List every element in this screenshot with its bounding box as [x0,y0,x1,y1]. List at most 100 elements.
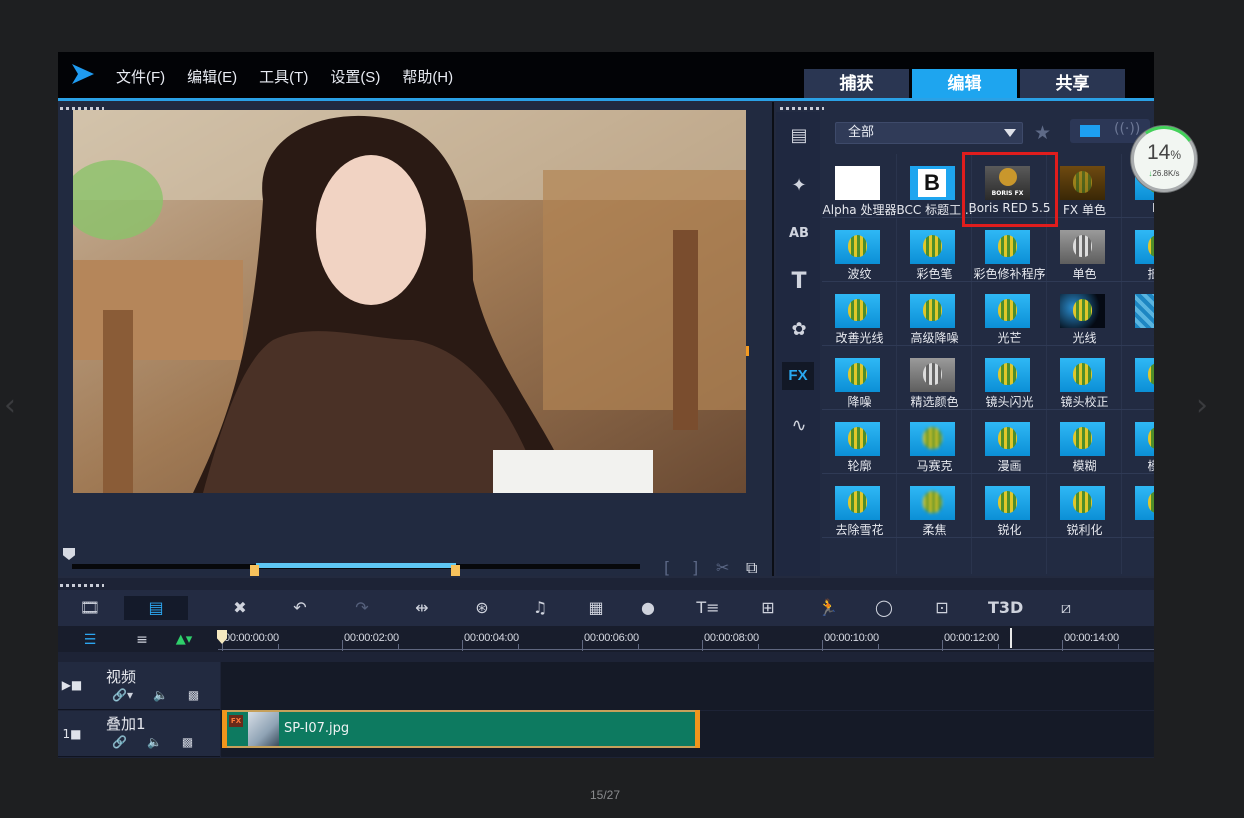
effect-item[interactable]: 镜头闪光 [972,346,1047,410]
library-filter-dropdown[interactable]: 全部 [835,122,1023,144]
record-capture-icon[interactable]: ⊛ [468,596,496,620]
mark-in-button[interactable]: [ [664,558,670,577]
video-track-icon[interactable]: ▶■ [61,678,83,694]
library-grip[interactable] [780,107,824,110]
mix-icon[interactable]: ▦ [582,596,610,620]
effect-item[interactable]: 镜 [1122,346,1154,410]
effect-item[interactable]: 担 [1122,474,1154,538]
path-icon[interactable]: ∿ [785,412,813,440]
add-favorite-icon[interactable]: ★ [1034,122,1051,144]
effect-item[interactable]: 精选颜色 [897,346,972,410]
undo-icon[interactable]: ↶ [286,596,314,620]
menu-edit[interactable]: 编辑(E) [187,66,237,87]
menu-file[interactable]: 文件(F) [116,66,165,87]
link-icon[interactable]: 🔗 [112,735,127,749]
subtitle-editor-icon[interactable]: T≡ [694,596,722,620]
tab-edit[interactable]: 编辑 [912,69,1017,98]
effect-thumbnail [835,358,880,392]
effect-item[interactable]: FX 单色 [1047,154,1122,218]
playhead[interactable] [1010,628,1012,648]
tools-icon[interactable]: ✖ [226,596,254,620]
effect-item[interactable]: Alpha 处理器 [822,154,897,218]
menu-settings[interactable]: 设置(S) [330,66,380,87]
viewer-prev-arrow[interactable]: ‹ [4,391,24,421]
effect-item[interactable]: 单色 [1047,218,1122,282]
effect-item[interactable]: 彩色笔 [897,218,972,282]
effect-item[interactable]: 漫画 [972,410,1047,474]
audio-filter-icon[interactable]: ((·)) [1114,121,1140,137]
tab-capture[interactable]: 捕获 [804,69,909,98]
enlarge-preview-icon[interactable]: ⧉ [746,558,757,578]
transparency-icon[interactable]: ▩ [182,735,193,749]
effect-label: 漫画 [997,459,1022,473]
enable-ripple-icon[interactable]: ▲▾ [170,628,198,652]
time-remap-icon[interactable]: 🏃 [814,596,842,620]
effect-item[interactable]: 柔焦 [897,474,972,538]
instant-project-icon[interactable]: ✦ [785,172,813,200]
effect-item[interactable]: 光芒 [972,282,1047,346]
auto-music-icon[interactable]: ♫ [526,596,554,620]
network-speed-widget[interactable]: 14% ↓26.8K/s [1125,120,1203,198]
transparency-icon[interactable]: ▩ [188,688,199,702]
effect-item[interactable]: 彩色修补程序 [972,218,1047,282]
split-clip-icon[interactable]: ✂ [716,558,729,577]
effect-item[interactable]: 模拟 [1122,410,1154,474]
storyboard-view-icon[interactable]: 🎞 [76,596,104,620]
trim-end-handle[interactable] [451,565,460,576]
clip-trim-right[interactable] [695,710,700,748]
menu-help[interactable]: 帮助(H) [402,66,453,87]
mute-icon[interactable]: 🔈 [147,735,162,749]
timeline-view-icon[interactable]: ▤ [124,596,188,620]
mute-icon[interactable]: 🔈 [153,688,168,702]
link-icon[interactable]: 🔗▾ [112,688,133,702]
mark-out-button[interactable]: ] [692,558,698,577]
add-remove-chapter-icon[interactable]: ≡ [128,628,156,652]
effect-item[interactable]: 镜头校正 [1047,346,1122,410]
effect-item[interactable]: 轮廓 [822,410,897,474]
effect-item[interactable]: 降噪 [822,346,897,410]
motion-track-icon[interactable]: ● [634,596,662,620]
split-screen-icon[interactable]: ⧄ [1052,596,1080,620]
pan-zoom-icon[interactable]: ⊡ [928,596,956,620]
scrubber-handle[interactable] [63,548,75,560]
transition-icon[interactable]: AB [785,220,813,248]
overlay-track-icon[interactable]: 1■ [61,727,83,743]
effect-item[interactable]: 锐化 [972,474,1047,538]
video-filter-icon[interactable] [1080,125,1100,137]
viewer-next-arrow[interactable]: › [1196,391,1216,421]
3d-title-icon[interactable]: T3D [988,596,1023,620]
redo-icon[interactable]: ↷ [348,596,376,620]
clip-trim-left[interactable] [222,710,227,748]
track-manager-icon[interactable]: ☰ [76,628,104,652]
video-track-lane[interactable] [221,662,1154,710]
preview-window[interactable] [73,110,746,493]
effect-item[interactable]: 改善光线 [822,282,897,346]
ruler-tick [462,640,463,651]
trim-start-handle[interactable] [250,565,259,576]
effect-label: 模糊 [1072,459,1097,473]
tab-share[interactable]: 共享 [1020,69,1125,98]
effect-item[interactable]: 漩 [1122,282,1154,346]
effect-item[interactable]: 模糊 [1047,410,1122,474]
media-icon[interactable]: ▤ [785,122,813,150]
timeline-clip[interactable]: FX SP-I07.jpg [222,710,700,748]
effect-item[interactable]: 光线 [1047,282,1122,346]
effect-item[interactable]: B BCC 标题工... [896,154,973,218]
effect-item[interactable]: 高级降噪 [897,282,972,346]
effect-item[interactable]: 抵消 [1122,218,1154,282]
timeline-grip[interactable] [60,584,104,587]
effect-item[interactable]: 锐利化 [1047,474,1122,538]
effect-label: 精选颜色 [910,395,959,409]
menu-tools[interactable]: 工具(T) [259,66,308,87]
mask-creator-icon[interactable]: ◯ [870,596,898,620]
ruler-label: 00:00:02:00 [344,632,399,644]
trim-range[interactable] [256,563,456,568]
graphic-icon[interactable]: ✿ [785,316,813,344]
effect-item[interactable]: 波纹 [822,218,897,282]
title-icon[interactable]: T [785,268,813,296]
multi-camera-icon[interactable]: ⊞ [754,596,782,620]
effect-item[interactable]: 马赛克 [897,410,972,474]
effect-item[interactable]: 去除雪花 [822,474,897,538]
fit-timeline-icon[interactable]: ⇹ [408,596,436,620]
fx-icon[interactable]: FX [782,362,814,390]
